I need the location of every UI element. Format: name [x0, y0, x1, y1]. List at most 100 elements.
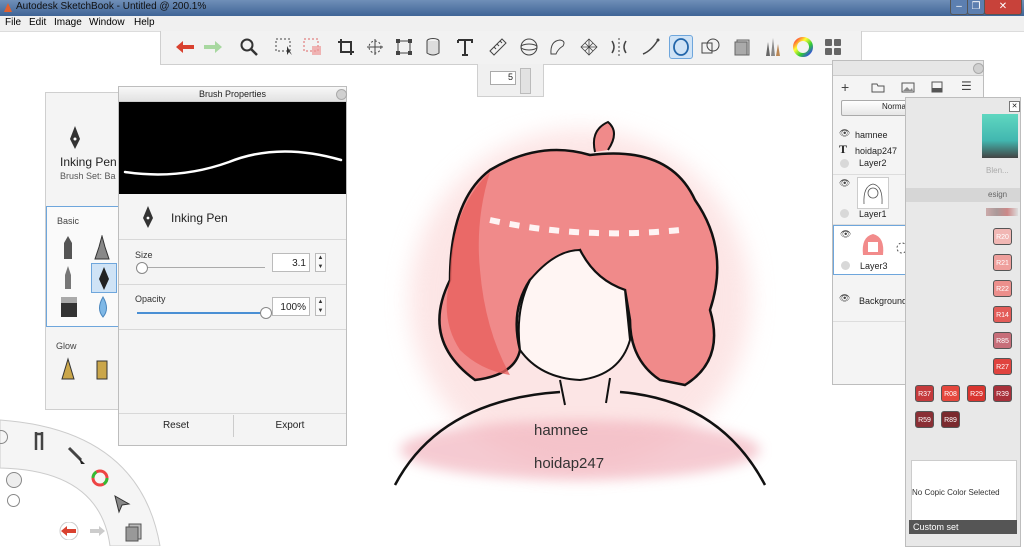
inking-pen-brush-button[interactable] — [91, 263, 117, 293]
shape-icon[interactable] — [698, 35, 722, 59]
undo-icon[interactable] — [173, 35, 197, 59]
lagoon-layers-icon[interactable] — [124, 522, 144, 542]
redo-icon[interactable] — [201, 35, 225, 59]
size-label: Size — [135, 250, 153, 260]
layer2-text-preview: hamnee — [855, 130, 888, 140]
panel-close-button[interactable] — [336, 89, 347, 100]
copic-swatch[interactable]: R08 — [941, 385, 960, 402]
minimize-button[interactable]: – — [950, 0, 968, 15]
lagoon-color-icon[interactable] — [90, 468, 110, 488]
visibility-eye-icon[interactable]: 👁 — [840, 229, 851, 240]
marker-brush-icon[interactable] — [59, 295, 79, 319]
menu-image[interactable]: Image — [54, 17, 82, 28]
canvas-text-line1: hamnee — [534, 422, 589, 439]
layer-lock-dot[interactable] — [840, 159, 849, 168]
ellipse-guide-icon[interactable] — [517, 35, 541, 59]
crop-icon[interactable] — [334, 35, 358, 59]
lagoon-redo-icon[interactable] — [86, 522, 108, 540]
merge-layer-icon[interactable] — [931, 81, 943, 93]
copic-swatch[interactable]: R20 — [993, 228, 1012, 245]
brush-size-popup: 5 — [477, 64, 544, 97]
technical-pen-icon[interactable] — [93, 235, 111, 261]
custom-set-bar[interactable]: Custom set — [909, 520, 1017, 534]
lagoon-undo-icon[interactable] — [58, 521, 80, 541]
menu-edit[interactable]: Edit — [29, 17, 46, 28]
copic-blend-label: Blen... — [986, 166, 1009, 175]
layer-lock-dot[interactable] — [840, 209, 849, 218]
layers-close-button[interactable] — [973, 63, 984, 74]
perspective-icon[interactable] — [577, 35, 601, 59]
copic-swatch[interactable]: R85 — [993, 332, 1012, 349]
glow-marker-icon[interactable] — [94, 357, 110, 381]
brush-stroke-preview — [119, 102, 346, 194]
close-window-button[interactable]: ✕ — [984, 0, 1022, 15]
opacity-value-input[interactable]: 100% — [272, 297, 310, 316]
copic-swatch[interactable]: R89 — [941, 411, 960, 428]
distort-icon[interactable] — [392, 35, 416, 59]
copic-swatch[interactable]: R37 — [915, 385, 934, 402]
layer1-thumbnail — [857, 177, 889, 209]
export-button[interactable]: Export — [234, 415, 346, 437]
copic-library-panel: ✕ Blen... esign R20 R21 R22 R14 R85 R27 … — [905, 97, 1021, 547]
restore-button[interactable]: ❐ — [967, 0, 985, 15]
layer-menu-icon[interactable]: ☰ — [961, 79, 972, 93]
lagoon-tools-icon[interactable] — [33, 430, 51, 452]
inking-pen-icon — [70, 126, 80, 149]
ellipse-icon[interactable] — [669, 35, 693, 59]
layers-icon[interactable] — [821, 35, 845, 59]
lagoon-brush-icon[interactable] — [65, 444, 87, 466]
french-curve-icon[interactable] — [546, 35, 570, 59]
text-icon[interactable] — [453, 35, 477, 59]
opacity-slider-handle[interactable] — [260, 307, 272, 319]
layer-name: Layer1 — [859, 209, 887, 219]
water-brush-icon[interactable] — [95, 295, 111, 319]
transform-icon[interactable] — [363, 35, 387, 59]
copic-design-tab[interactable]: esign — [906, 188, 1020, 202]
select-icon[interactable] — [273, 35, 297, 59]
visibility-eye-icon[interactable]: 👁 — [839, 128, 850, 139]
copic-swatch[interactable]: R27 — [993, 358, 1012, 375]
size-slider-handle[interactable] — [135, 262, 148, 274]
fill-icon[interactable] — [421, 35, 445, 59]
lagoon-color-dot-icon[interactable] — [7, 494, 20, 507]
size-slider-track[interactable] — [137, 267, 265, 268]
copic-close-button[interactable]: ✕ — [1009, 101, 1020, 112]
layer-name: Layer2 — [859, 158, 887, 168]
copic-swatch[interactable]: R21 — [993, 254, 1012, 271]
brush-set-label: Brush Set: Ba — [60, 171, 116, 181]
pencil-brush-icon[interactable] — [61, 235, 75, 261]
canvas-artwork[interactable] — [380, 110, 800, 510]
brush-library-icon[interactable] — [761, 35, 785, 59]
zoom-icon[interactable] — [237, 35, 261, 59]
lagoon-brush-preview-icon[interactable] — [6, 472, 22, 488]
copic-swatch[interactable]: R39 — [993, 385, 1012, 402]
ruler-icon[interactable] — [486, 35, 510, 59]
brush-size-slider[interactable] — [520, 68, 531, 94]
copic-library-icon[interactable] — [731, 35, 755, 59]
copic-swatch[interactable]: R29 — [967, 385, 986, 402]
size-stepper[interactable]: ▲ ▼ — [315, 253, 326, 272]
stroke-icon[interactable] — [639, 35, 663, 59]
copic-swatch[interactable]: R14 — [993, 306, 1012, 323]
copic-swatch[interactable]: R59 — [915, 411, 934, 428]
menu-file[interactable]: File — [5, 17, 21, 28]
menu-help[interactable]: Help — [134, 17, 155, 28]
import-image-icon[interactable] — [901, 82, 915, 93]
copic-swatch[interactable]: R22 — [993, 280, 1012, 297]
lasso-select-icon[interactable] — [301, 35, 325, 59]
menu-window[interactable]: Window — [89, 17, 125, 28]
folder-icon[interactable] — [871, 82, 885, 93]
size-value-input[interactable]: 3.1 — [272, 253, 310, 272]
visibility-eye-icon[interactable]: 👁 — [839, 178, 850, 189]
color-wheel-icon[interactable] — [791, 35, 815, 59]
glow-brush-icon[interactable] — [58, 357, 78, 381]
add-layer-icon[interactable]: + — [841, 79, 849, 95]
ballpoint-pen-icon[interactable] — [61, 265, 75, 291]
lagoon-select-icon[interactable] — [112, 494, 132, 514]
symmetry-icon[interactable] — [607, 35, 631, 59]
layer-lock-dot[interactable] — [841, 261, 850, 270]
opacity-stepper[interactable]: ▲ ▼ — [315, 297, 326, 316]
brush-size-input[interactable]: 5 — [490, 71, 516, 85]
visibility-eye-icon[interactable]: 👁 — [839, 293, 850, 304]
title-bar: Autodesk SketchBook - Untitled @ 200.1% … — [0, 0, 1024, 16]
